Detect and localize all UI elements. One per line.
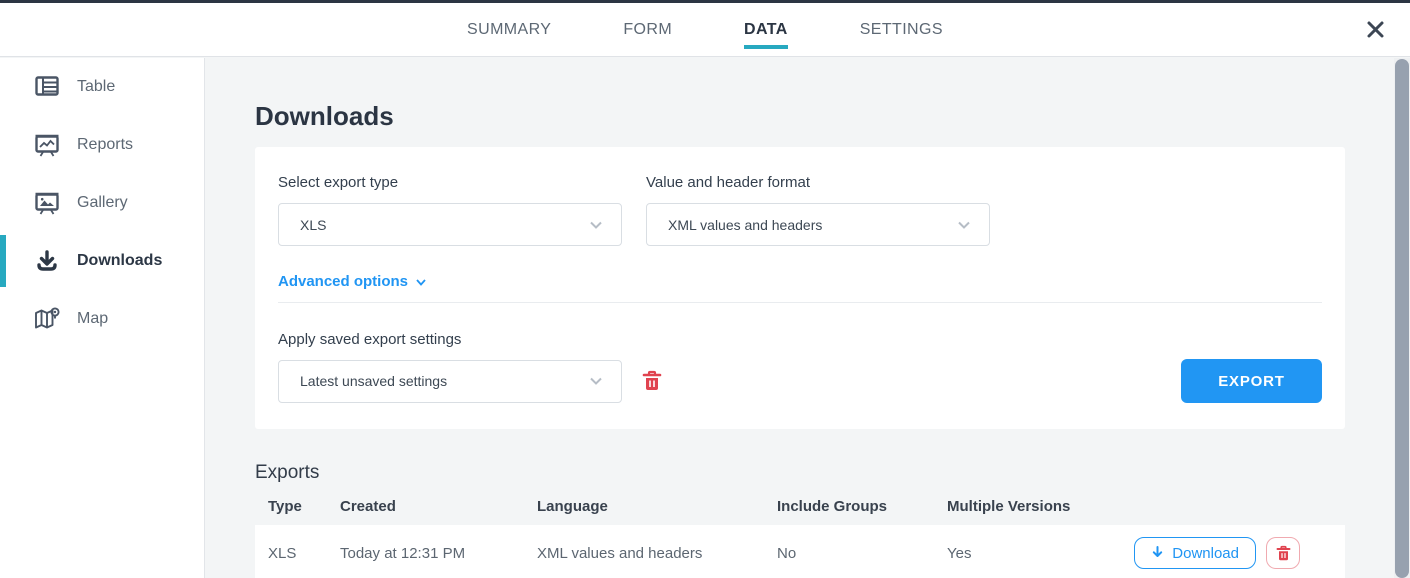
format-value: XML values and headers	[668, 217, 957, 233]
row-created: Today at 12:31 PM	[340, 525, 537, 562]
column-header-language: Language	[537, 498, 777, 515]
advanced-options-label: Advanced options	[278, 273, 408, 290]
vertical-scrollbar[interactable]	[1394, 58, 1410, 578]
tab-settings[interactable]: SETTINGS	[860, 3, 943, 56]
row-type: XLS	[268, 525, 340, 562]
row-include-groups: No	[777, 525, 947, 562]
download-button[interactable]: Download	[1134, 537, 1256, 569]
tab-label: FORM	[623, 21, 672, 39]
exports-table-header: Type Created Language Include Groups Mul…	[255, 498, 1345, 525]
export-type-label: Select export type	[278, 174, 622, 191]
downloads-icon	[34, 248, 60, 274]
trash-icon	[1276, 545, 1291, 562]
sidebar-item-reports[interactable]: Reports	[0, 116, 204, 174]
tab-label: SETTINGS	[860, 21, 943, 39]
saved-settings-dropdown[interactable]: Latest unsaved settings	[278, 360, 622, 403]
export-type-value: XLS	[300, 217, 589, 233]
reports-icon	[34, 132, 60, 158]
tab-form[interactable]: FORM	[623, 3, 672, 56]
main-panel: Downloads Select export type XLS Value a…	[206, 58, 1410, 578]
sidebar: Table Reports Gallery Downloads Map	[0, 58, 205, 578]
sidebar-item-gallery[interactable]: Gallery	[0, 174, 204, 232]
sidebar-item-label: Table	[77, 78, 115, 96]
advanced-options-link[interactable]: Advanced options	[278, 273, 427, 290]
sidebar-item-label: Gallery	[77, 194, 128, 212]
map-icon	[34, 306, 60, 332]
scrollbar-thumb[interactable]	[1395, 59, 1409, 578]
gallery-icon	[34, 190, 60, 216]
close-icon[interactable]	[1362, 16, 1388, 42]
exports-table: Type Created Language Include Groups Mul…	[255, 498, 1345, 578]
active-tab-underline	[744, 45, 788, 49]
export-form-card: Select export type XLS Value and header …	[255, 147, 1345, 429]
sidebar-item-label: Reports	[77, 136, 133, 154]
saved-settings-label: Apply saved export settings	[278, 331, 1322, 348]
row-multiple-versions: Yes	[947, 525, 1133, 562]
saved-settings-value: Latest unsaved settings	[300, 373, 589, 389]
download-button-label: Download	[1172, 545, 1239, 562]
export-button[interactable]: EXPORT	[1181, 359, 1322, 403]
format-dropdown[interactable]: XML values and headers	[646, 203, 990, 246]
sidebar-item-map[interactable]: Map	[0, 290, 204, 348]
row-language: XML values and headers	[537, 525, 777, 562]
delete-export-button[interactable]	[1266, 537, 1300, 569]
tab-summary[interactable]: SUMMARY	[467, 3, 551, 56]
chevron-down-icon	[589, 218, 603, 232]
column-header-include-groups: Include Groups	[777, 498, 947, 515]
format-label: Value and header format	[646, 174, 990, 191]
form-divider	[278, 302, 1322, 303]
delete-settings-trash-icon[interactable]	[638, 367, 666, 395]
top-header: SUMMARY FORM DATA SETTINGS	[0, 3, 1410, 57]
download-icon	[1151, 546, 1164, 560]
table-icon	[34, 74, 60, 100]
table-row: XLS Today at 12:31 PM XML values and hea…	[255, 525, 1345, 578]
tab-label: DATA	[744, 21, 788, 39]
sidebar-item-label: Map	[77, 310, 108, 328]
column-header-multiple-versions: Multiple Versions	[947, 498, 1133, 515]
sidebar-item-label: Downloads	[77, 252, 162, 270]
chevron-down-icon	[589, 374, 603, 388]
export-type-dropdown[interactable]: XLS	[278, 203, 622, 246]
sidebar-item-table[interactable]: Table	[0, 58, 204, 116]
sidebar-item-downloads[interactable]: Downloads	[0, 232, 204, 290]
chevron-down-icon	[415, 276, 427, 288]
chevron-down-icon	[957, 218, 971, 232]
exports-section-title: Exports	[255, 462, 1345, 484]
tab-data[interactable]: DATA	[744, 3, 788, 56]
tab-bar: SUMMARY FORM DATA SETTINGS	[0, 3, 1410, 56]
tab-label: SUMMARY	[467, 21, 551, 39]
column-header-created: Created	[340, 498, 537, 515]
page-title: Downloads	[255, 100, 1345, 132]
column-header-type: Type	[268, 498, 340, 515]
